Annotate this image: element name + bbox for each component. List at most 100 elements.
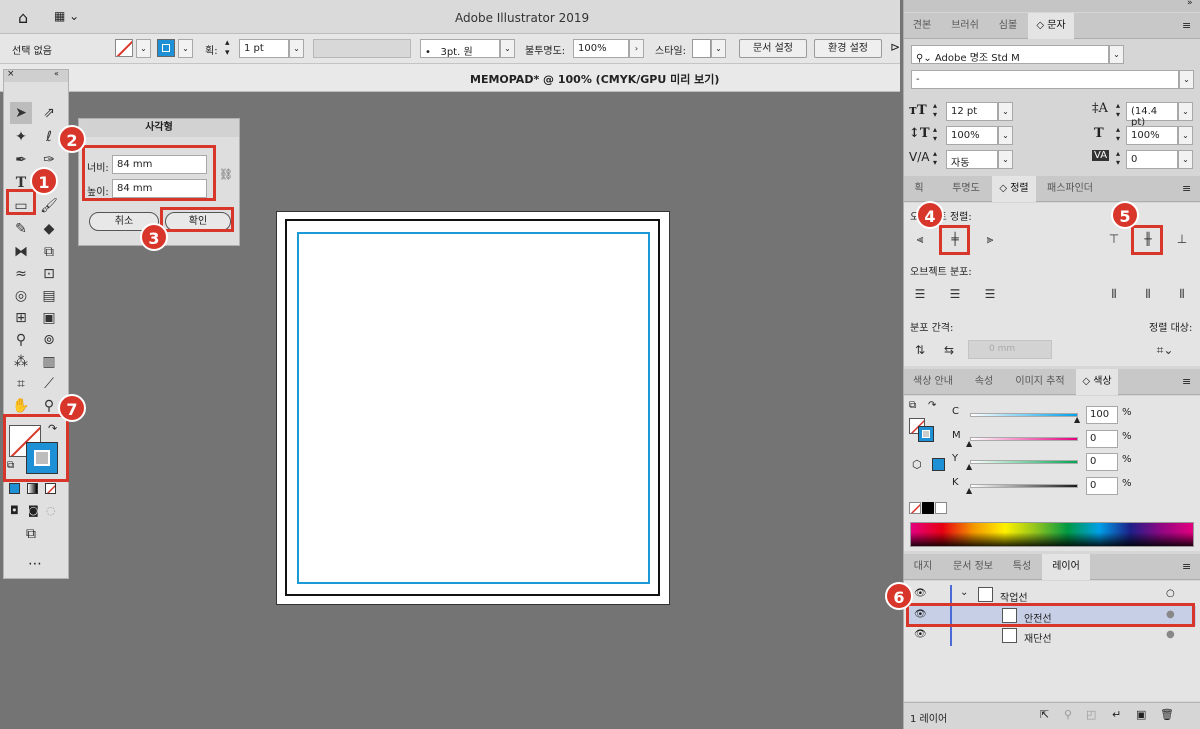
workspace-switcher-icon[interactable]: ▦ ⌄	[54, 9, 79, 23]
stroke-weight-dropdown[interactable]: ⌄	[289, 39, 304, 58]
clipping-mask-icon[interactable]: ◰	[1086, 708, 1096, 721]
font-style-dropdown[interactable]: ⌄	[1179, 70, 1194, 89]
paintbrush-tool-icon[interactable]: 🖌	[38, 195, 60, 217]
color-mode-icon[interactable]	[9, 483, 20, 494]
target-circle-icon[interactable]: ●	[1166, 629, 1175, 640]
distribute-vertical-center-icon[interactable]: ☰	[944, 284, 966, 304]
symbol-sprayer-tool-icon[interactable]: ⁂	[10, 351, 32, 373]
channel-slider-track[interactable]	[970, 413, 1078, 417]
chevron-down-icon[interactable]: ⌄	[960, 587, 968, 598]
tracking-field[interactable]: 0	[1126, 150, 1178, 169]
lasso-tool-icon[interactable]: ℓ	[38, 126, 60, 148]
fill-swatch[interactable]	[115, 39, 133, 57]
link-constrain-icon[interactable]: ⛓	[219, 168, 233, 181]
stroke-dropdown[interactable]: ⌄	[178, 39, 193, 58]
perspective-grid-tool-icon[interactable]: ▤	[38, 285, 60, 307]
distribute-horizontal-center-icon[interactable]: ⦀	[1137, 284, 1159, 304]
variable-width-profile[interactable]	[313, 39, 411, 58]
tracking-stepper-icon[interactable]: ▴ ▾	[1116, 149, 1120, 167]
channel-value-field[interactable]: 100	[1086, 406, 1118, 424]
tab-transparency[interactable]: 투명도	[942, 176, 990, 202]
target-circle-icon[interactable]: ○	[1166, 588, 1175, 599]
font-family-dropdown[interactable]: ⌄	[1109, 45, 1124, 64]
slider-thumb-icon[interactable]: ▲	[966, 462, 972, 471]
opacity-field[interactable]: 100%	[573, 39, 629, 58]
channel-slider-track[interactable]	[970, 437, 1078, 441]
distribute-top-icon[interactable]: ☰	[909, 284, 931, 304]
font-size-stepper-icon[interactable]: ▴ ▾	[933, 101, 937, 119]
preferences-button[interactable]: 환경 설정	[814, 39, 882, 58]
scale-tool-icon[interactable]: ⧉	[38, 241, 60, 263]
arrange-icon[interactable]: ⊳	[890, 40, 900, 54]
channel-value-field[interactable]: 0	[1086, 430, 1118, 448]
tab-color[interactable]: ◇ 색상	[1076, 369, 1118, 395]
collapse-dock-icon[interactable]: »	[1187, 0, 1193, 8]
tab-stroke[interactable]: 획	[904, 176, 934, 202]
distribute-bottom-icon[interactable]: ☰	[979, 284, 1001, 304]
stroke-stepper-icon[interactable]: ▴ ▾	[225, 38, 230, 58]
horizontal-scale-dropdown[interactable]: ⌄	[1178, 126, 1193, 145]
align-left-icon[interactable]: ⫷	[909, 229, 931, 249]
tab-appearance[interactable]: 특성	[1004, 554, 1040, 580]
gamut-swatch[interactable]	[932, 458, 945, 471]
eraser-tool-icon[interactable]: ◆	[38, 218, 60, 240]
gradient-tool-icon[interactable]: ▣	[38, 307, 60, 329]
kerning-dropdown[interactable]: ⌄	[998, 150, 1013, 169]
selection-tool-icon[interactable]: ➤	[10, 102, 32, 124]
stroke-weight-field[interactable]: 1 pt	[239, 39, 289, 58]
eyedropper-tool-icon[interactable]: ⚲	[10, 329, 32, 351]
tab-layers[interactable]: 레이어	[1042, 554, 1090, 580]
blend-tool-icon[interactable]: ⊚	[38, 329, 60, 351]
black-swatch[interactable]	[922, 502, 934, 514]
tab-document-info[interactable]: 문서 정보	[944, 554, 1002, 580]
new-layer-icon[interactable]: ▣	[1136, 708, 1146, 721]
free-transform-tool-icon[interactable]: ⊡	[38, 263, 60, 285]
font-size-field[interactable]: 12 pt	[946, 102, 998, 121]
none-swatch[interactable]	[909, 502, 921, 514]
mesh-tool-icon[interactable]: ⊞	[10, 307, 32, 329]
home-icon[interactable]: ⌂	[18, 8, 28, 27]
tab-attributes[interactable]: 속성	[966, 369, 1002, 395]
width-tool-icon[interactable]: ≈	[10, 263, 32, 285]
document-tab-title[interactable]: MEMOPAD* @ 100% (CMYK/GPU 미리 보기)	[470, 71, 719, 87]
artboard-tool-icon[interactable]: ⌗	[10, 373, 32, 395]
draw-normal-icon[interactable]: ◘	[10, 504, 19, 517]
safety-line-rect[interactable]	[297, 232, 650, 584]
distribute-right-icon[interactable]: ⦀	[1171, 284, 1193, 304]
leading-field[interactable]: (14.4 pt)	[1126, 102, 1178, 128]
style-swatch[interactable]	[692, 39, 711, 58]
layer-row[interactable]: 👁 재단선 ●	[908, 626, 1196, 646]
layer-name[interactable]: 재단선	[1024, 630, 1052, 645]
draw-behind-icon[interactable]: ◙	[28, 504, 39, 517]
font-style-field[interactable]: -	[911, 70, 1179, 89]
tab-brushes[interactable]: 브러쉬	[942, 13, 988, 39]
export-icon[interactable]: ⇱	[1040, 708, 1049, 721]
none-mode-icon[interactable]	[45, 483, 56, 494]
layer-name[interactable]: 작업선	[1000, 589, 1028, 604]
slider-thumb-icon[interactable]: ▲	[966, 439, 972, 448]
spectrum-bar[interactable]	[910, 522, 1194, 547]
leading-stepper-icon[interactable]: ▴ ▾	[1116, 101, 1120, 119]
collapse-icon[interactable]: «	[54, 69, 59, 78]
brush-dropdown[interactable]: ⌄	[500, 39, 515, 58]
tab-pathfinder[interactable]: 패스파인더	[1038, 176, 1102, 202]
new-sublayer-icon[interactable]: ↵	[1112, 708, 1121, 721]
visibility-eye-icon[interactable]: 👁	[914, 629, 927, 640]
align-right-icon[interactable]: ⫸	[979, 229, 1001, 249]
panel-stroke-box[interactable]	[918, 426, 934, 442]
reflect-tool-icon[interactable]: ⧓	[10, 241, 32, 263]
pen-tool-icon[interactable]: ✒	[10, 149, 32, 171]
align-to-selection-icon[interactable]: ⌗⌄	[1154, 340, 1176, 360]
tab-character[interactable]: ◇ 문자	[1028, 13, 1074, 39]
shape-builder-tool-icon[interactable]: ◎	[10, 285, 32, 307]
channel-value-field[interactable]: 0	[1086, 453, 1118, 471]
gradient-mode-icon[interactable]	[27, 483, 38, 494]
tab-color-guide[interactable]: 색상 안내	[904, 369, 962, 395]
panel-menu-icon[interactable]: ≡	[1182, 19, 1191, 32]
tab-align[interactable]: ◇ 정렬	[992, 176, 1036, 202]
tab-symbols[interactable]: 심볼	[990, 13, 1026, 39]
font-size-dropdown[interactable]: ⌄	[998, 102, 1013, 121]
panel-menu-icon[interactable]: ≡	[1182, 182, 1191, 195]
layer-row[interactable]: 👁 ⌄ 작업선 ○	[908, 585, 1196, 605]
channel-slider-track[interactable]	[970, 484, 1078, 488]
